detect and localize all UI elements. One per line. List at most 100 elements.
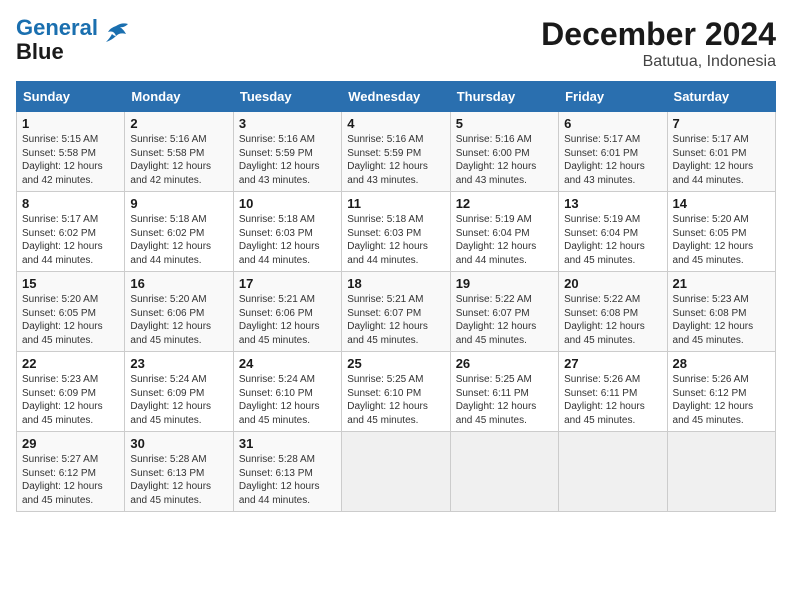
title-area: December 2024 Batutua, Indonesia	[541, 16, 776, 71]
day-info: Sunrise: 5:16 AMSunset: 5:58 PMDaylight:…	[130, 133, 227, 187]
day-info: Sunrise: 5:18 AMSunset: 6:02 PMDaylight:…	[130, 213, 227, 267]
table-row: 26 Sunrise: 5:25 AMSunset: 6:11 PMDayligh…	[450, 352, 558, 432]
day-info: Sunrise: 5:20 AMSunset: 6:05 PMDaylight:…	[22, 293, 119, 347]
table-row: 12Sunrise: 5:19 AMSunset: 6:04 PMDayligh…	[450, 192, 558, 272]
col-friday: Friday	[559, 82, 667, 112]
day-number: 15	[22, 276, 119, 291]
day-info: Sunrise: 5:18 AMSunset: 6:03 PMDaylight:…	[347, 213, 444, 267]
day-info: Sunrise: 5:16 AMSunset: 5:59 PMDaylight:…	[347, 133, 444, 187]
day-number: 22	[22, 356, 119, 371]
day-info: Sunrise: 5:24 AMSunset: 6:09 PMDaylight:…	[130, 373, 227, 427]
day-info: Sunrise: 5:20 AMSunset: 6:05 PMDaylight:…	[673, 213, 770, 267]
day-number: 5	[456, 116, 553, 131]
logo: General Blue	[16, 16, 130, 64]
day-number: 7	[673, 116, 770, 131]
calendar-week-row: 29Sunrise: 5:27 AMSunset: 6:12 PMDayligh…	[17, 432, 776, 512]
day-info: Sunrise: 5:27 AMSunset: 6:12 PMDaylight:…	[22, 453, 119, 507]
day-number: 25	[347, 356, 444, 371]
month-title: December 2024	[541, 16, 776, 53]
day-number: 28	[673, 356, 770, 371]
day-info: Sunrise: 5:25 AMSunset: 6:11 PMDaylight:…	[456, 373, 553, 427]
logo-bird-icon	[102, 22, 130, 44]
table-row: 13 Sunrise: 5:19 AMSunset: 6:04 PMDayligh…	[559, 192, 667, 272]
day-number: 11	[347, 196, 444, 211]
table-row	[342, 432, 450, 512]
day-info: Sunrise: 5:26 AMSunset: 6:11 PMDaylight:…	[564, 373, 661, 427]
table-row: 16 Sunrise: 5:20 AMSunset: 6:06 PMDayligh…	[125, 272, 233, 352]
table-row: 21 Sunrise: 5:23 AMSunset: 6:08 PMDayligh…	[667, 272, 775, 352]
day-number: 6	[564, 116, 661, 131]
day-info: Sunrise: 5:15 AMSunset: 5:58 PMDaylight:…	[22, 133, 119, 187]
table-row: 24Sunrise: 5:24 AMSunset: 6:10 PMDayligh…	[233, 352, 341, 432]
table-row: 27 Sunrise: 5:26 AMSunset: 6:11 PMDayligh…	[559, 352, 667, 432]
table-row: 31 Sunrise: 5:28 AMSunset: 6:13 PMDayligh…	[233, 432, 341, 512]
day-number: 18	[347, 276, 444, 291]
day-number: 13	[564, 196, 661, 211]
calendar-week-row: 8 Sunrise: 5:17 AMSunset: 6:02 PMDaylight…	[17, 192, 776, 272]
day-info: Sunrise: 5:17 AMSunset: 6:01 PMDaylight:…	[564, 133, 661, 187]
day-info: Sunrise: 5:16 AMSunset: 6:00 PMDaylight:…	[456, 133, 553, 187]
day-number: 1	[22, 116, 119, 131]
day-info: Sunrise: 5:20 AMSunset: 6:06 PMDaylight:…	[130, 293, 227, 347]
day-info: Sunrise: 5:26 AMSunset: 6:12 PMDaylight:…	[673, 373, 770, 427]
day-info: Sunrise: 5:19 AMSunset: 6:04 PMDaylight:…	[564, 213, 661, 267]
page-header: General Blue December 2024 Batutua, Indo…	[16, 16, 776, 71]
table-row: 9 Sunrise: 5:18 AMSunset: 6:02 PMDaylight…	[125, 192, 233, 272]
header-row: Sunday Monday Tuesday Wednesday Thursday…	[17, 82, 776, 112]
calendar-table: Sunday Monday Tuesday Wednesday Thursday…	[16, 81, 776, 512]
col-thursday: Thursday	[450, 82, 558, 112]
day-number: 21	[673, 276, 770, 291]
table-row: 8 Sunrise: 5:17 AMSunset: 6:02 PMDaylight…	[17, 192, 125, 272]
day-number: 31	[239, 436, 336, 451]
day-info: Sunrise: 5:22 AMSunset: 6:07 PMDaylight:…	[456, 293, 553, 347]
table-row: 4 Sunrise: 5:16 AMSunset: 5:59 PMDaylight…	[342, 112, 450, 192]
day-info: Sunrise: 5:23 AMSunset: 6:09 PMDaylight:…	[22, 373, 119, 427]
col-monday: Monday	[125, 82, 233, 112]
table-row: 23Sunrise: 5:24 AMSunset: 6:09 PMDayligh…	[125, 352, 233, 432]
col-wednesday: Wednesday	[342, 82, 450, 112]
table-row: 29Sunrise: 5:27 AMSunset: 6:12 PMDayligh…	[17, 432, 125, 512]
day-number: 2	[130, 116, 227, 131]
table-row	[450, 432, 558, 512]
table-row: 14 Sunrise: 5:20 AMSunset: 6:05 PMDayligh…	[667, 192, 775, 272]
day-info: Sunrise: 5:23 AMSunset: 6:08 PMDaylight:…	[673, 293, 770, 347]
calendar-week-row: 1 Sunrise: 5:15 AMSunset: 5:58 PMDaylight…	[17, 112, 776, 192]
table-row: 15 Sunrise: 5:20 AMSunset: 6:05 PMDayligh…	[17, 272, 125, 352]
table-row: 25Sunrise: 5:25 AMSunset: 6:10 PMDayligh…	[342, 352, 450, 432]
day-number: 3	[239, 116, 336, 131]
table-row	[559, 432, 667, 512]
table-row: 20 Sunrise: 5:22 AMSunset: 6:08 PMDayligh…	[559, 272, 667, 352]
day-number: 20	[564, 276, 661, 291]
calendar-week-row: 15 Sunrise: 5:20 AMSunset: 6:05 PMDayligh…	[17, 272, 776, 352]
day-number: 16	[130, 276, 227, 291]
day-number: 12	[456, 196, 553, 211]
table-row: 11 Sunrise: 5:18 AMSunset: 6:03 PMDayligh…	[342, 192, 450, 272]
table-row: 30Sunrise: 5:28 AMSunset: 6:13 PMDayligh…	[125, 432, 233, 512]
col-tuesday: Tuesday	[233, 82, 341, 112]
day-number: 14	[673, 196, 770, 211]
day-number: 30	[130, 436, 227, 451]
table-row: 10 Sunrise: 5:18 AMSunset: 6:03 PMDayligh…	[233, 192, 341, 272]
table-row: 1 Sunrise: 5:15 AMSunset: 5:58 PMDaylight…	[17, 112, 125, 192]
day-info: Sunrise: 5:16 AMSunset: 5:59 PMDaylight:…	[239, 133, 336, 187]
day-info: Sunrise: 5:22 AMSunset: 6:08 PMDaylight:…	[564, 293, 661, 347]
day-number: 10	[239, 196, 336, 211]
day-info: Sunrise: 5:18 AMSunset: 6:03 PMDaylight:…	[239, 213, 336, 267]
day-number: 27	[564, 356, 661, 371]
location-subtitle: Batutua, Indonesia	[541, 53, 776, 71]
col-saturday: Saturday	[667, 82, 775, 112]
calendar-week-row: 22 Sunrise: 5:23 AMSunset: 6:09 PMDayligh…	[17, 352, 776, 432]
day-number: 8	[22, 196, 119, 211]
logo-general: General	[16, 15, 98, 40]
table-row	[667, 432, 775, 512]
table-row: 18 Sunrise: 5:21 AMSunset: 6:07 PMDayligh…	[342, 272, 450, 352]
day-info: Sunrise: 5:17 AMSunset: 6:02 PMDaylight:…	[22, 213, 119, 267]
table-row: 3 Sunrise: 5:16 AMSunset: 5:59 PMDaylight…	[233, 112, 341, 192]
day-number: 26	[456, 356, 553, 371]
day-number: 4	[347, 116, 444, 131]
day-number: 9	[130, 196, 227, 211]
day-number: 19	[456, 276, 553, 291]
day-number: 17	[239, 276, 336, 291]
day-info: Sunrise: 5:21 AMSunset: 6:07 PMDaylight:…	[347, 293, 444, 347]
day-info: Sunrise: 5:28 AMSunset: 6:13 PMDaylight:…	[239, 453, 336, 507]
